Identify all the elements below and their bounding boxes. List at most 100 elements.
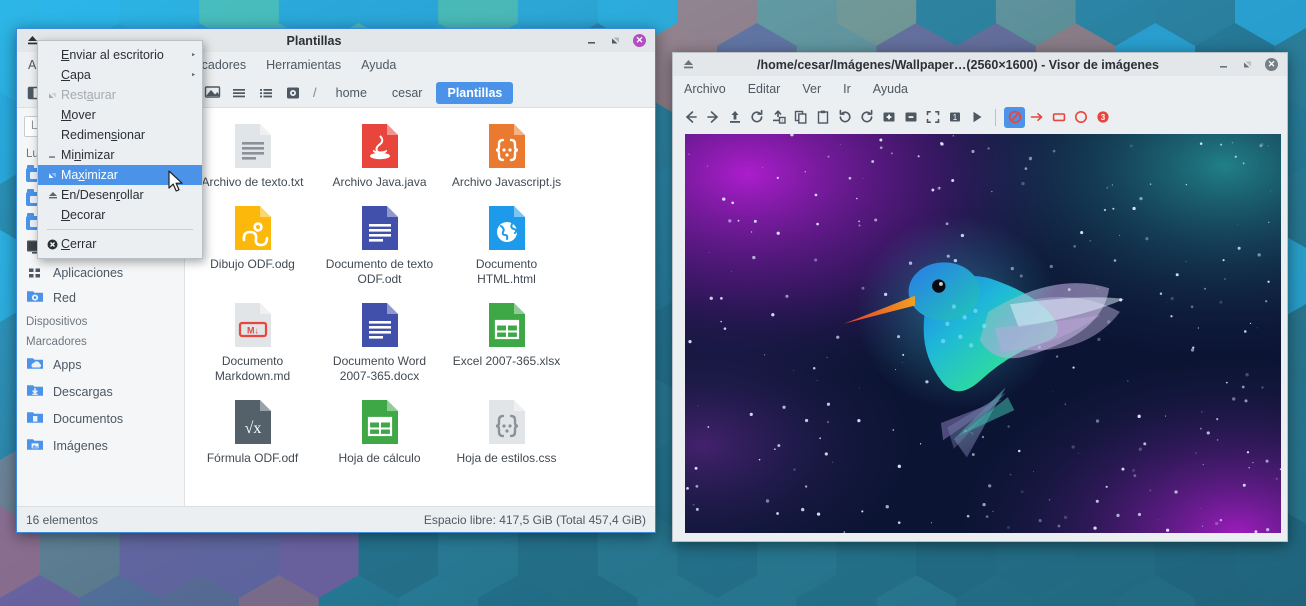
copy-icon[interactable] [790, 107, 811, 128]
image-viewer-window-controls[interactable]: ✕ [1217, 58, 1283, 71]
grid-icon [26, 266, 44, 280]
file-item[interactable]: Hoja de cálculo [316, 394, 443, 476]
sidebar-item-descargas[interactable]: Descargas [17, 378, 184, 405]
slideshow-icon[interactable] [966, 107, 987, 128]
image-viewer-window[interactable]: /home/cesar/Imágenes/Wallpaper…(2560×160… [672, 52, 1288, 542]
image-viewer-title: /home/cesar/Imágenes/Wallpaper…(2560×160… [757, 57, 1159, 72]
arrow-tool-icon[interactable] [1026, 107, 1047, 128]
close-button[interactable]: ✕ [633, 34, 646, 47]
file-manager-window-controls[interactable]: ✕ [585, 34, 651, 47]
sidebar-item-apps[interactable]: Apps [17, 351, 184, 378]
file-item[interactable]: Hoja de estilos.css [443, 394, 570, 476]
menu-item-redimensionar[interactable]: Redimensionar [38, 125, 202, 145]
image-viewer-titlebar[interactable]: /home/cesar/Imágenes/Wallpaper…(2560×160… [673, 53, 1287, 76]
maximize-button[interactable] [1241, 58, 1254, 71]
actual-size-icon[interactable]: 1 [944, 107, 965, 128]
spreadsheet-icon [360, 398, 400, 446]
rotate-left-icon[interactable] [856, 107, 877, 128]
odf-text-icon [360, 204, 400, 252]
file-grid-area[interactable]: Archivo de texto.txt Archivo Java.java Arc… [185, 108, 655, 506]
menu-item-label: Restaurar [61, 88, 116, 102]
reload-icon[interactable] [746, 107, 767, 128]
image-viewer-toolbar[interactable]: I 1 3 [673, 102, 1287, 132]
sidebar-item-documentos[interactable]: Documentos [17, 405, 184, 432]
menu-item-minimizar[interactable]: Minimizar [38, 145, 202, 165]
eject-icon[interactable] [677, 59, 699, 70]
breadcrumb-cesar[interactable]: cesar [381, 82, 434, 104]
window-context-menu[interactable]: Enviar al escritorio ‣ Capa ‣ Restaurar Mover… [37, 40, 203, 259]
zoom-in-icon[interactable] [878, 107, 899, 128]
file-item[interactable]: Archivo de texto.txt [189, 118, 316, 200]
file-name: Documento Markdown.md [214, 354, 291, 383]
file-item[interactable]: Archivo Java.java [316, 118, 443, 200]
minimize-button[interactable] [585, 34, 598, 47]
list-view-icon[interactable] [227, 82, 251, 104]
fit-window-icon[interactable] [922, 107, 943, 128]
file-item[interactable]: Dibujo ODF.odg [189, 200, 316, 297]
file-item[interactable]: M↓ Documento Markdown.md [189, 297, 316, 394]
menu-herramientas[interactable]: Herramientas [266, 58, 341, 72]
file-item[interactable]: Documento HTML.html [443, 200, 570, 297]
menu-ayuda[interactable]: Ayuda [873, 82, 908, 96]
file-item[interactable]: √x Fórmula ODF.odf [189, 394, 316, 476]
file-item[interactable]: Documento Word 2007-365.docx [316, 297, 443, 394]
sidebar-heading-dispositivos: Dispositivos [26, 316, 88, 328]
save-as-icon[interactable]: I [768, 107, 789, 128]
ellipse-tool-icon[interactable] [1070, 107, 1091, 128]
menu-item-label: En/Desenrollar [61, 188, 144, 202]
menu-item-restaurar[interactable]: Restaurar [38, 85, 202, 105]
folder-icon [26, 355, 44, 374]
rotate-right-icon[interactable] [834, 107, 855, 128]
disk-icon[interactable] [281, 82, 305, 104]
paste-icon[interactable] [812, 107, 833, 128]
menu-ayuda[interactable]: Ayuda [361, 58, 396, 72]
breadcrumb-plantillas[interactable]: Plantillas [436, 81, 514, 104]
open-icon[interactable] [724, 107, 745, 128]
forward-arrow-icon[interactable] [702, 107, 723, 128]
sidebar-item-red[interactable]: Red [17, 284, 184, 311]
image-preview-icon[interactable] [200, 82, 224, 104]
file-item[interactable]: Excel 2007-365.xlsx [443, 297, 570, 394]
zoom-out-icon[interactable] [900, 107, 921, 128]
menu-item-label: Redimensionar [61, 128, 146, 142]
menu-item-capa[interactable]: Capa ‣ [38, 65, 202, 85]
menu-item-cerrar[interactable]: Cerrar [38, 234, 202, 254]
close-circle-icon [44, 239, 61, 250]
menu-archivo[interactable]: Archivo [684, 82, 726, 96]
menu-item-enviar-al-escritorio[interactable]: Enviar al escritorio ‣ [38, 45, 202, 65]
download-folder-icon [26, 382, 44, 401]
network-folder-icon [26, 288, 44, 307]
number-badge-value: 3 [1100, 113, 1105, 122]
menu-ir[interactable]: Ir [843, 82, 851, 96]
menu-ver[interactable]: Ver [802, 82, 821, 96]
breadcrumb-home[interactable]: home [325, 82, 378, 104]
close-button[interactable]: ✕ [1265, 58, 1278, 71]
no-annotation-icon[interactable] [1004, 106, 1025, 128]
menu-item-label: Mover [61, 108, 96, 122]
html-file-icon [487, 204, 527, 252]
menu-editar[interactable]: Editar [748, 82, 781, 96]
number-tool-icon[interactable]: 3 [1092, 107, 1113, 128]
toolbar-divider [995, 108, 996, 126]
sidebar-item-aplicaciones[interactable]: Aplicaciones [17, 262, 184, 284]
sidebar-item-imagenes[interactable]: Imágenes [17, 432, 184, 459]
maximize-button[interactable] [609, 34, 622, 47]
image-canvas[interactable] [685, 134, 1281, 533]
menu-item-label: Maximizar [61, 168, 118, 182]
file-name: Dibujo ODF.odg [210, 257, 295, 271]
excel-file-icon [487, 301, 527, 349]
submenu-arrow-icon: ‣ [190, 49, 196, 60]
menu-item-mover[interactable]: Mover [38, 105, 202, 125]
file-item[interactable]: Documento de texto ODF.odt [316, 200, 443, 297]
rectangle-tool-icon[interactable] [1048, 107, 1069, 128]
image-viewer-menubar[interactable]: Archivo Editar Ver Ir Ayuda [673, 76, 1287, 102]
minimize-button[interactable] [1217, 58, 1230, 71]
detail-view-icon[interactable] [254, 82, 278, 104]
back-arrow-icon[interactable] [680, 107, 701, 128]
file-grid[interactable]: Archivo de texto.txt Archivo Java.java Arc… [189, 118, 651, 476]
menu-item-en-desenrollar[interactable]: En/Desenrollar [38, 185, 202, 205]
file-item[interactable]: Archivo Javascript.js [443, 118, 570, 200]
sidebar-heading-marcadores: Marcadores [26, 336, 87, 348]
menu-item-maximizar[interactable]: Maximizar [38, 165, 202, 185]
menu-item-decorar[interactable]: Decorar [38, 205, 202, 225]
